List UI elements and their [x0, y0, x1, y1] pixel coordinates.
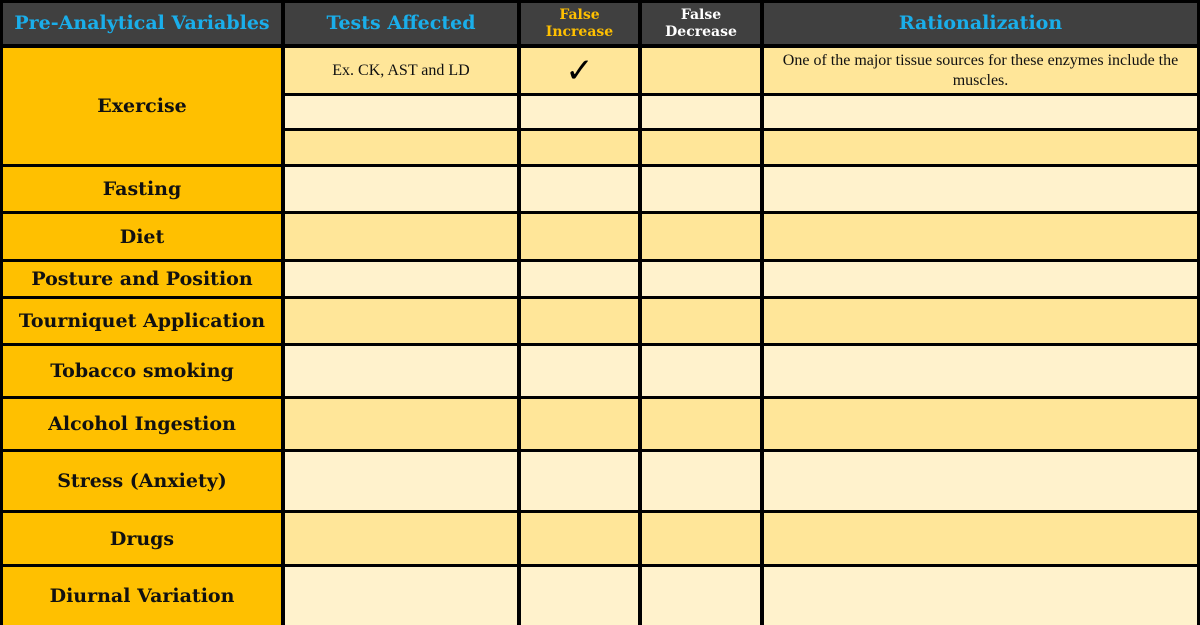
tests-affected-cell[interactable]	[285, 96, 517, 128]
false-decrease-cell[interactable]	[642, 346, 760, 396]
header-false-decrease-label: False Decrease	[665, 7, 737, 40]
variable-drugs: Drugs	[3, 513, 281, 564]
rationalization-cell[interactable]	[764, 214, 1197, 259]
tests-affected-cell[interactable]	[285, 167, 517, 211]
variable-tourniquet-application: Tourniquet Application	[3, 299, 281, 343]
tests-affected-cell[interactable]	[285, 131, 517, 164]
variable-posture-and-position: Posture and Position	[3, 262, 281, 296]
header-variables: Pre-Analytical Variables	[3, 3, 281, 44]
false-increase-cell[interactable]	[521, 567, 638, 625]
rationalization-cell[interactable]	[764, 452, 1197, 510]
header-false-increase-label: False Increase	[545, 7, 614, 40]
rationalization-cell[interactable]	[764, 131, 1197, 164]
rationalization-cell[interactable]	[764, 299, 1197, 343]
false-decrease-cell[interactable]	[642, 299, 760, 343]
false-decrease-cell[interactable]	[642, 262, 760, 296]
false-increase-cell[interactable]	[521, 214, 638, 259]
false-increase-cell[interactable]	[521, 262, 638, 296]
rationalization-cell[interactable]	[764, 567, 1197, 625]
false-increase-cell[interactable]	[521, 399, 638, 449]
false-decrease-cell[interactable]	[642, 399, 760, 449]
false-decrease-cell[interactable]	[642, 513, 760, 564]
tests-affected-cell[interactable]	[285, 346, 517, 396]
false-increase-cell[interactable]	[521, 96, 638, 128]
header-rationalization: Rationalization	[764, 3, 1197, 44]
header-tests-affected: Tests Affected	[285, 3, 517, 44]
false-increase-cell[interactable]	[521, 513, 638, 564]
false-increase-cell[interactable]	[521, 452, 638, 510]
variable-tobacco-smoking: Tobacco smoking	[3, 346, 281, 396]
rationalization-cell[interactable]	[764, 167, 1197, 211]
false-increase-cell[interactable]	[521, 167, 638, 211]
false-increase-cell[interactable]	[521, 346, 638, 396]
rationalization-cell[interactable]	[764, 262, 1197, 296]
pre-analytical-variables-table: Pre-Analytical Variables Tests Affected …	[0, 0, 1200, 625]
false-decrease-cell[interactable]	[642, 567, 760, 625]
variable-alcohol-ingestion: Alcohol Ingestion	[3, 399, 281, 449]
variable-fasting: Fasting	[3, 167, 281, 211]
tests-affected-cell[interactable]	[285, 262, 517, 296]
false-decrease-cell[interactable]	[642, 167, 760, 211]
tests-affected-cell[interactable]: Ex. CK, AST and LD	[285, 48, 517, 93]
rationalization-cell[interactable]: One of the major tissue sources for thes…	[764, 48, 1197, 93]
false-increase-cell[interactable]: ✓	[521, 48, 638, 93]
tests-affected-cell[interactable]	[285, 567, 517, 625]
header-false-decrease: False Decrease	[642, 3, 760, 44]
false-decrease-cell[interactable]	[642, 452, 760, 510]
header-false-increase: False Increase	[521, 3, 638, 44]
variable-stress-anxiety: Stress (Anxiety)	[3, 452, 281, 510]
false-increase-cell[interactable]	[521, 131, 638, 164]
tests-affected-cell[interactable]	[285, 214, 517, 259]
rationalization-cell[interactable]	[764, 399, 1197, 449]
variable-diet: Diet	[3, 214, 281, 259]
false-decrease-cell[interactable]	[642, 214, 760, 259]
tests-affected-cell[interactable]	[285, 452, 517, 510]
rationalization-cell[interactable]	[764, 346, 1197, 396]
rationalization-cell[interactable]	[764, 513, 1197, 564]
variable-diurnal-variation: Diurnal Variation	[3, 567, 281, 625]
rationalization-cell[interactable]	[764, 96, 1197, 128]
tests-affected-cell[interactable]	[285, 513, 517, 564]
variable-exercise: Exercise	[3, 48, 281, 164]
false-decrease-cell[interactable]	[642, 48, 760, 93]
tests-affected-cell[interactable]	[285, 399, 517, 449]
false-increase-cell[interactable]	[521, 299, 638, 343]
false-decrease-cell[interactable]	[642, 96, 760, 128]
false-decrease-cell[interactable]	[642, 131, 760, 164]
tests-affected-cell[interactable]	[285, 299, 517, 343]
checkmark-icon: ✓	[565, 50, 594, 91]
